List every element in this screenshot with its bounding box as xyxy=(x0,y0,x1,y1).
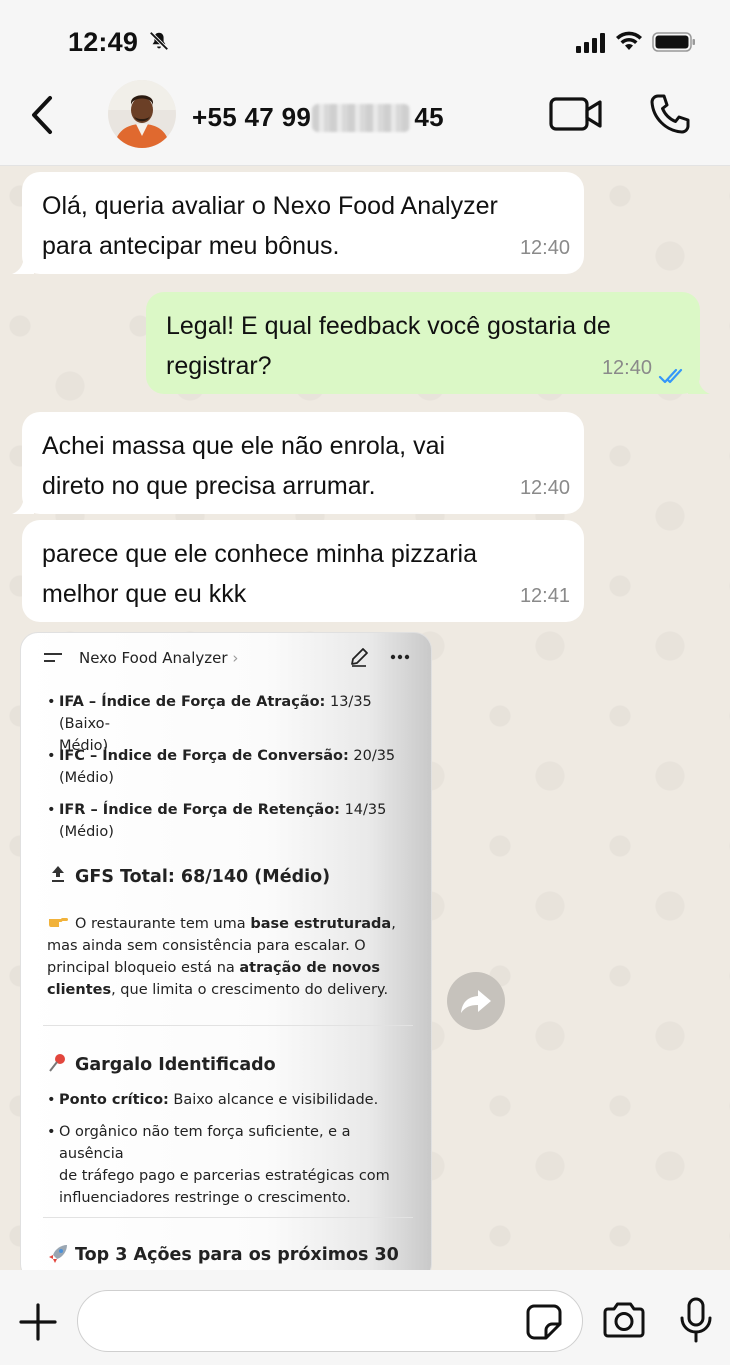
pushpin-icon xyxy=(49,1054,65,1072)
message-input-wrapper[interactable] xyxy=(77,1290,583,1352)
image-divider xyxy=(43,1025,413,1026)
rocket-icon xyxy=(49,1245,67,1263)
message-bubble[interactable]: Olá, queria avaliar o Nexo Food Analyzer… xyxy=(12,172,584,274)
bubble-tail xyxy=(12,494,34,514)
image-heading: Gargalo Identificado xyxy=(47,1053,276,1075)
message-bubble[interactable]: Achei massa que ele não enrola, vai dire… xyxy=(12,412,584,514)
microphone-icon[interactable] xyxy=(676,1296,716,1344)
message-time: 12:40 xyxy=(519,237,570,259)
message-time: 12:40 xyxy=(519,477,570,499)
image-heading: Top 3 Ações para os próximos 30 xyxy=(47,1243,399,1265)
status-bar: 12:49 xyxy=(0,0,730,80)
message-bubble[interactable]: parece que ele conhece minha pizzaria me… xyxy=(22,520,584,622)
back-icon[interactable] xyxy=(24,92,64,138)
image-app-title: Nexo Food Analyzer › xyxy=(79,649,239,667)
message-time: 12:40 xyxy=(601,357,652,379)
read-ticks-icon xyxy=(658,368,683,384)
image-heading: GFS Total: 68/140 (Médio) xyxy=(47,865,330,887)
top-arrow-icon xyxy=(52,866,64,882)
signal-icon xyxy=(576,33,605,53)
phone-icon[interactable] xyxy=(648,92,692,136)
forward-button[interactable] xyxy=(447,972,505,1030)
image-divider xyxy=(43,1217,413,1218)
image-bullet: • IFR – Índice de Força de Retenção: 14/3… xyxy=(47,802,387,840)
message-input[interactable] xyxy=(98,1303,518,1339)
battery-icon xyxy=(652,32,695,52)
image-message[interactable]: Nexo Food Analyzer › • IFA – Índice de Fo… xyxy=(20,632,432,1270)
image-summary: O restaurante tem uma base estruturada, … xyxy=(47,911,412,1001)
message-bubble[interactable]: Legal! E qual feedback você gostaria de … xyxy=(146,292,710,394)
message-text: Olá, queria avaliar o Nexo Food Analyzer… xyxy=(42,192,498,260)
forward-icon xyxy=(461,990,491,1013)
sticker-icon[interactable] xyxy=(524,1302,564,1342)
wifi-icon xyxy=(616,31,642,50)
more-icon xyxy=(390,654,410,660)
image-bullet: • Ponto crítico: Baixo alcance e visibili… xyxy=(47,1092,379,1108)
bubble-tail xyxy=(688,374,710,394)
image-content: Nexo Food Analyzer › • IFA – Índice de Fo… xyxy=(21,633,431,1270)
composer-bar xyxy=(0,1270,730,1365)
chat-area[interactable]: Olá, queria avaliar o Nexo Food Analyzer… xyxy=(0,166,730,1270)
status-time: 12:49 xyxy=(68,27,139,57)
contact-avatar[interactable] xyxy=(108,80,176,148)
message-text: Achei massa que ele não enrola, vai dire… xyxy=(42,432,446,500)
image-bullet: • IFC – Índice de Força de Conversão: 20/… xyxy=(47,748,396,786)
pointing-hand-icon xyxy=(49,918,68,927)
bubble-tail xyxy=(12,254,34,274)
message-time: 12:41 xyxy=(519,585,570,607)
chat-header: +55 47 99 45 xyxy=(0,80,730,166)
edit-icon xyxy=(351,648,368,667)
bell-slash-icon xyxy=(149,31,169,51)
message-text: parece que ele conhece minha pizzaria me… xyxy=(42,540,477,608)
menu-icon xyxy=(44,653,62,662)
avatar-photo xyxy=(108,80,176,148)
video-call-icon[interactable] xyxy=(548,94,604,134)
number-redaction xyxy=(312,104,410,132)
camera-icon[interactable] xyxy=(601,1300,647,1340)
plus-icon[interactable] xyxy=(18,1302,58,1342)
image-bullet: • O orgânico não tem força suficiente, e … xyxy=(47,1124,390,1206)
